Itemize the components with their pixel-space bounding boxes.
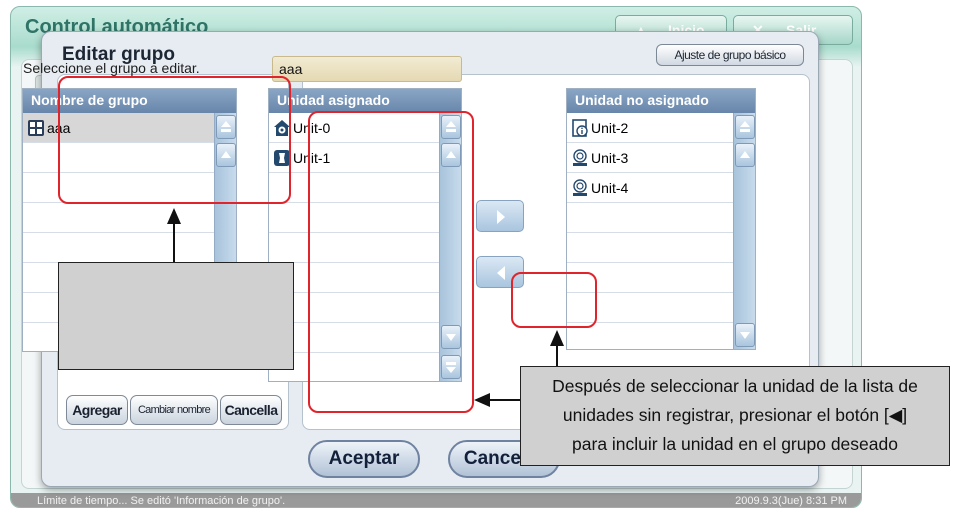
arrow-to-assigned-list-head	[474, 393, 490, 407]
annotation-arrows	[167, 208, 564, 407]
arrow-to-assign-button-head	[550, 330, 564, 346]
arrow-to-group-list-head	[167, 208, 181, 224]
